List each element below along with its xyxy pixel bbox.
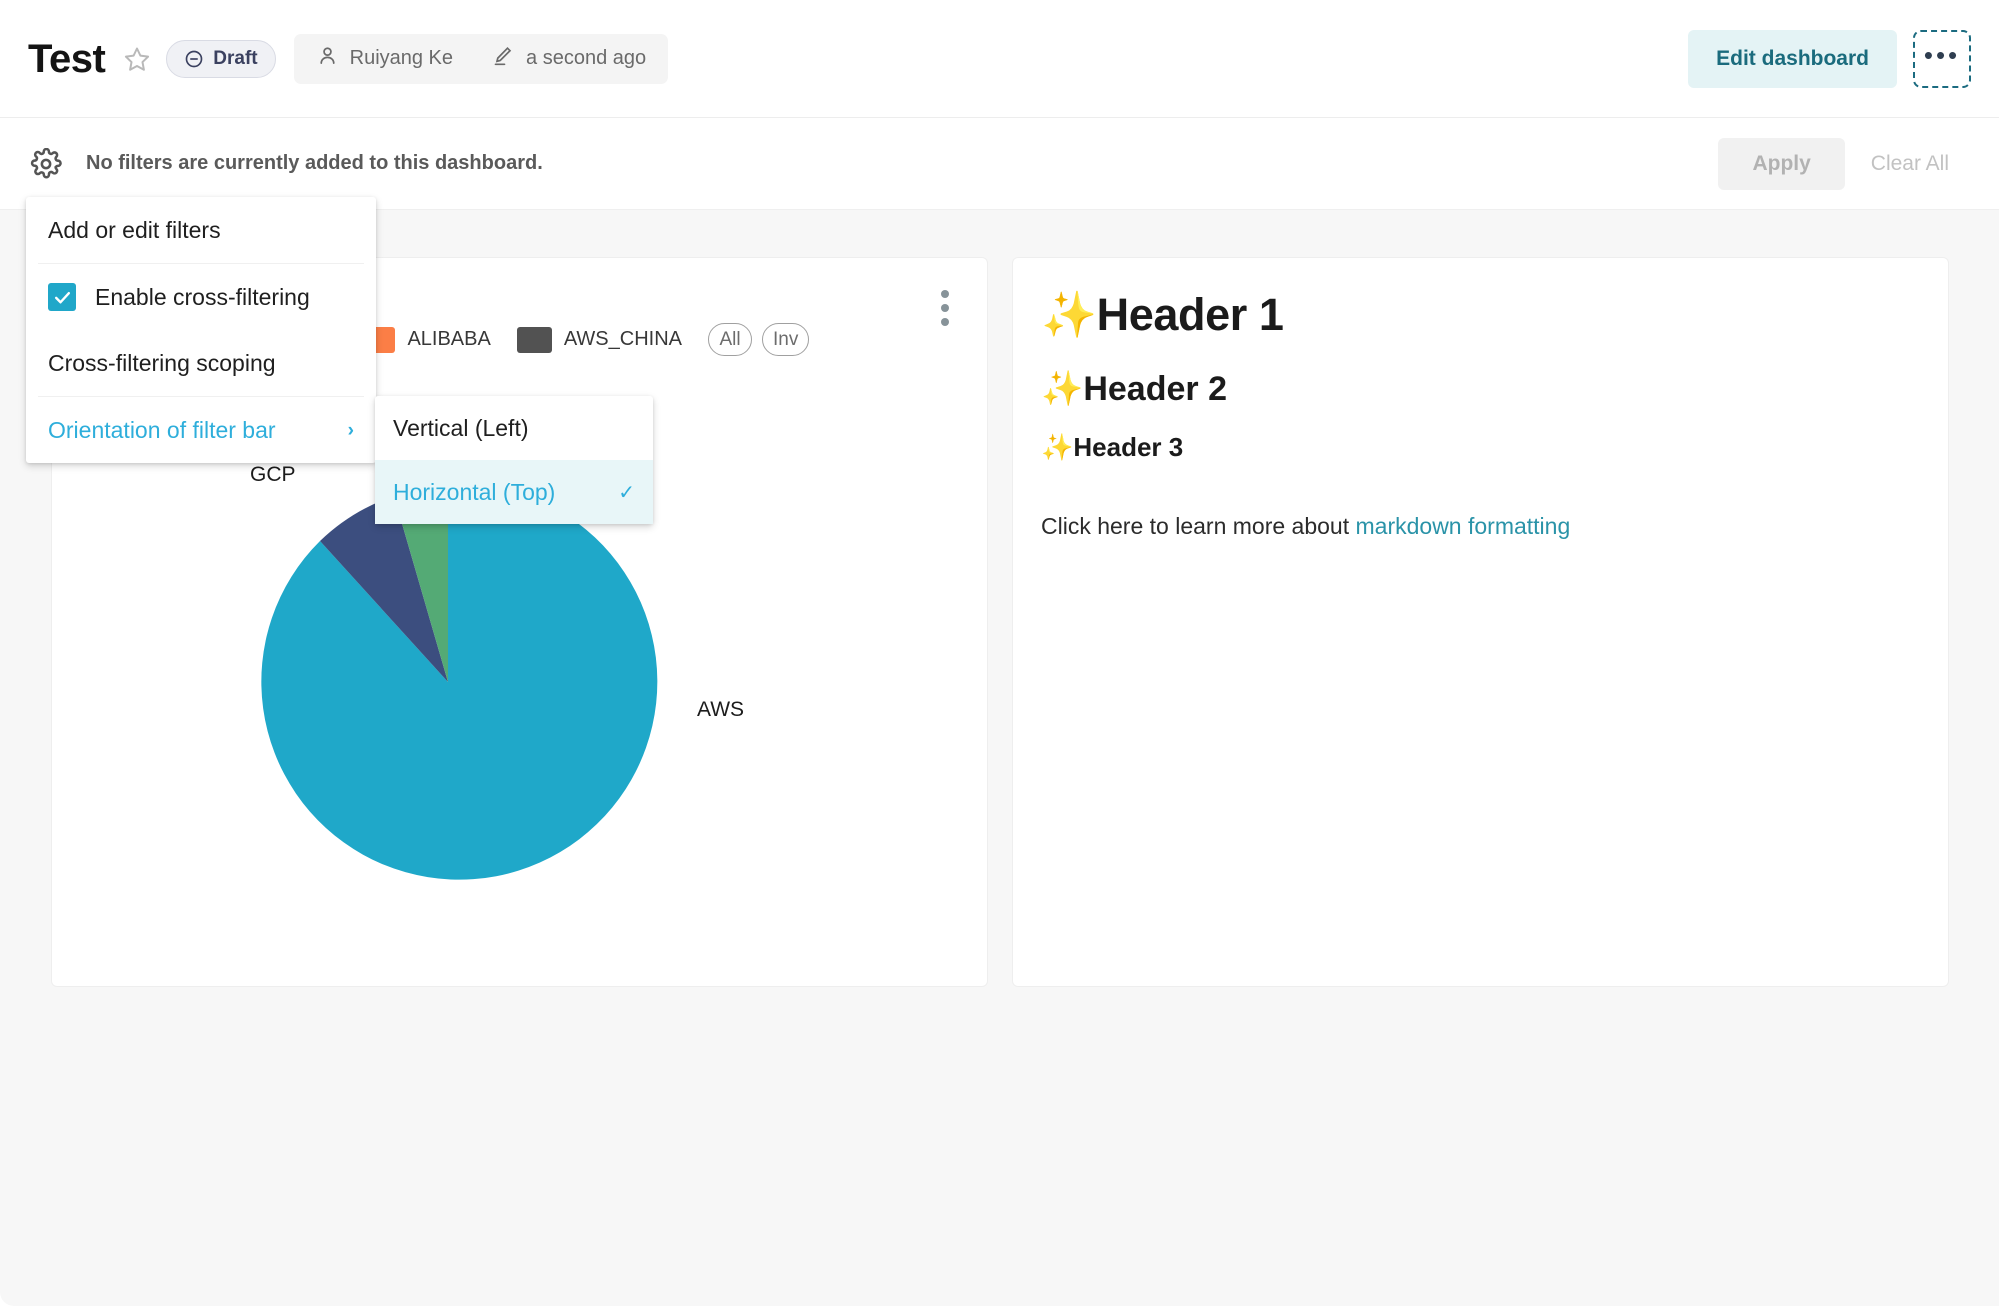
status-badge-label: Draft — [213, 47, 258, 69]
submenu-item-horizontal-top[interactable]: Horizontal (Top) ✓ — [375, 460, 653, 524]
pie-label-gcp: GCP — [250, 463, 296, 486]
dashboard-meta-pill: Ruiyang Ke a second ago — [293, 33, 669, 84]
clear-all-filters-button[interactable]: Clear All — [1849, 138, 1971, 190]
orientation-submenu: Vertical (Left) Horizontal (Top) ✓ — [375, 396, 653, 524]
menu-item-label: Enable cross-filtering — [95, 283, 310, 310]
header-right-group: Edit dashboard ••• — [1688, 29, 1971, 88]
dashboard-app: Test Draft Ruiyang Ke a second ago Edit … — [0, 0, 1999, 1306]
legend-item-alibaba[interactable]: ALIBABA — [360, 326, 491, 353]
check-icon: ✓ — [618, 481, 635, 504]
submenu-item-label: Horizontal (Top) — [393, 478, 556, 505]
dashboard-header: Test Draft Ruiyang Ke a second ago Edit … — [0, 0, 1999, 118]
menu-item-label: Orientation of filter bar — [48, 416, 276, 443]
markdown-paragraph-text: Click here to learn more about — [1041, 512, 1356, 539]
menu-item-cross-filtering-scoping[interactable]: Cross-filtering scoping — [26, 330, 376, 396]
star-outline-icon[interactable] — [122, 44, 152, 74]
sparkle-icon: ✨ — [1041, 369, 1084, 408]
markdown-content: ✨Header 1 ✨Header 2 ✨Header 3 Click here… — [1041, 258, 1921, 540]
legend-swatch-aws-china — [516, 326, 552, 353]
filter-settings-menu: Add or edit filters Enable cross-filteri… — [26, 197, 376, 463]
dashboard-more-options-button[interactable]: ••• — [1913, 29, 1971, 88]
legend-label: ALIBABA — [407, 328, 491, 350]
header-left-group: Test Draft Ruiyang Ke a second ago — [28, 33, 669, 84]
edit-dashboard-button[interactable]: Edit dashboard — [1688, 29, 1897, 88]
user-icon — [316, 44, 339, 73]
sparkle-icon: ✨ — [1041, 289, 1097, 340]
markdown-header-1-text: Header 1 — [1096, 289, 1284, 340]
menu-item-label: Cross-filtering scoping — [48, 349, 276, 376]
markdown-card: ✨Header 1 ✨Header 2 ✨Header 3 Click here… — [1013, 258, 1948, 986]
chevron-right-icon: › — [347, 419, 354, 441]
markdown-header-2-text: Header 2 — [1083, 369, 1227, 408]
minus-circle-icon — [184, 49, 204, 69]
modified-time: a second ago — [526, 47, 647, 69]
no-filters-message: No filters are currently added to this d… — [86, 152, 543, 174]
menu-item-orientation-of-filter-bar[interactable]: Orientation of filter bar › — [26, 397, 376, 463]
owner-name: Ruiyang Ke — [349, 47, 454, 69]
markdown-header-2: ✨Header 2 — [1041, 367, 1921, 411]
pie-slice-aws — [261, 483, 658, 880]
more-vertical-icon[interactable] — [931, 288, 959, 328]
legend-item-aws-china[interactable]: AWS_CHINA — [516, 326, 682, 353]
legend-select-all-button[interactable]: All — [708, 323, 752, 356]
markdown-formatting-link[interactable]: markdown formatting — [1356, 513, 1571, 539]
owner-meta[interactable]: Ruiyang Ke — [316, 44, 453, 73]
submenu-item-vertical-left[interactable]: Vertical (Left) — [375, 396, 653, 460]
modified-meta[interactable]: a second ago — [491, 44, 646, 74]
markdown-paragraph: Click here to learn more about markdown … — [1041, 513, 1921, 540]
pencil-icon — [491, 44, 515, 74]
menu-item-enable-cross-filtering[interactable]: Enable cross-filtering — [26, 264, 376, 330]
sparkle-icon: ✨ — [1041, 432, 1074, 463]
gear-icon[interactable] — [28, 146, 64, 182]
markdown-header-3: ✨Header 3 — [1041, 431, 1921, 465]
markdown-header-3-text: Header 3 — [1073, 432, 1184, 463]
apply-filters-button[interactable]: Apply — [1718, 137, 1845, 190]
legend-invert-button[interactable]: Inv — [762, 323, 810, 356]
pie-label-aws: AWS — [697, 698, 745, 721]
menu-item-add-or-edit-filters[interactable]: Add or edit filters — [26, 197, 376, 263]
legend-label: AWS_CHINA — [563, 328, 682, 350]
menu-item-label: Add or edit filters — [48, 216, 221, 243]
submenu-item-label: Vertical (Left) — [393, 414, 529, 441]
markdown-header-1: ✨Header 1 — [1041, 288, 1921, 343]
checkbox-checked-icon[interactable] — [48, 283, 76, 311]
page-title: Test — [28, 36, 106, 81]
status-badge[interactable]: Draft — [166, 39, 276, 78]
filter-actions: Apply Clear All — [1718, 137, 1971, 190]
